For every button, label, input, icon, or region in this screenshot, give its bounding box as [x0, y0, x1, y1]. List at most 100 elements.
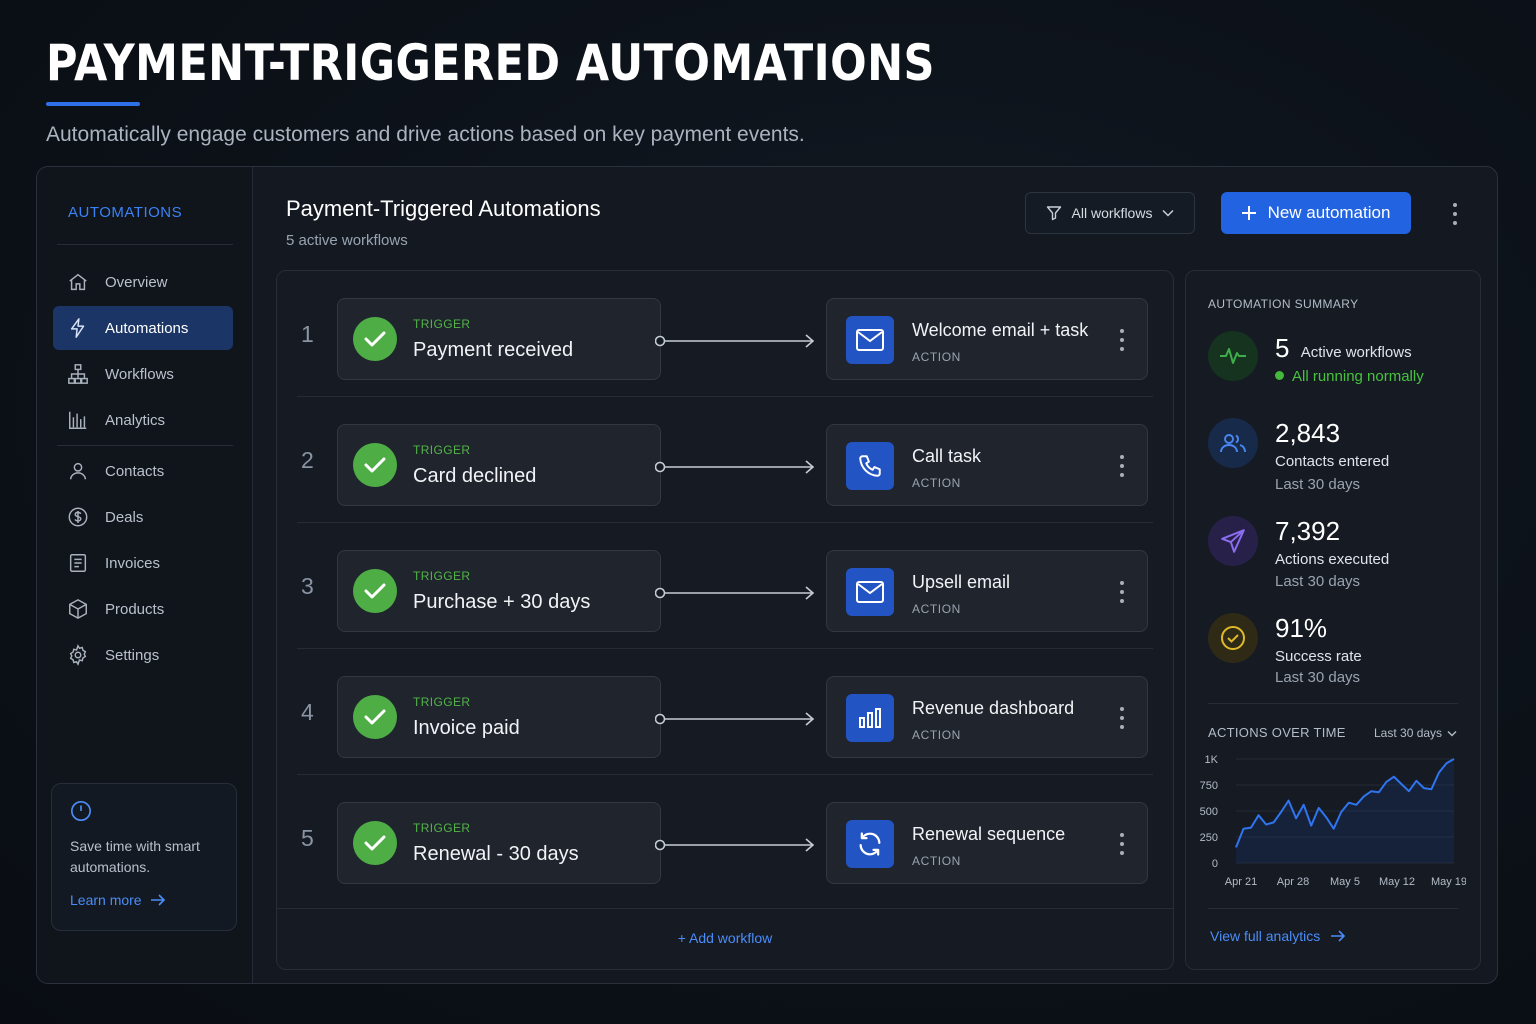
workflow-number: 5	[301, 825, 314, 851]
page-subtitle: 5 active workflows	[286, 232, 408, 249]
x-tick-label: Apr 21	[1225, 876, 1257, 888]
action-card[interactable]: Call task ACTION	[826, 424, 1148, 506]
workflow-number: 2	[301, 447, 314, 473]
sidebar-item-overview[interactable]: Overview	[53, 260, 233, 304]
action-menu-button[interactable]	[1119, 329, 1125, 351]
trigger-card[interactable]: TRIGGER Renewal - 30 days	[337, 802, 661, 884]
trigger-card[interactable]: TRIGGER Card declined	[337, 424, 661, 506]
sidebar-item-automations[interactable]: Automations	[53, 306, 233, 350]
chevron-down-icon	[1162, 209, 1174, 217]
trigger-label: TRIGGER	[413, 695, 471, 709]
sidebar-item-invoices[interactable]: Invoices	[53, 541, 233, 585]
learn-more-link[interactable]: Learn more	[70, 892, 166, 908]
chart-title: ACTIONS OVER TIME	[1208, 725, 1346, 740]
sidebar-item-products[interactable]: Products	[53, 587, 233, 631]
action-label: ACTION	[912, 602, 961, 616]
trigger-card[interactable]: TRIGGER Purchase + 30 days	[337, 550, 661, 632]
sidebar: AUTOMATIONS Overview Automations Workflo…	[37, 167, 253, 983]
action-label: ACTION	[912, 854, 961, 868]
action-menu-button[interactable]	[1119, 833, 1125, 855]
bar-chart-icon	[846, 694, 894, 742]
action-card[interactable]: Upsell email ACTION	[826, 550, 1148, 632]
contacts-label: Contacts entered	[1275, 453, 1390, 470]
trigger-card[interactable]: TRIGGER Payment received	[337, 298, 661, 380]
check-circle-icon	[353, 695, 397, 739]
action-label: ACTION	[912, 728, 961, 742]
action-name: Renewal sequence	[912, 824, 1066, 844]
action-name: Call task	[912, 446, 982, 466]
action-card[interactable]: Welcome email + task ACTION	[826, 298, 1148, 380]
sidebar-item-label: Deals	[105, 508, 144, 526]
y-tick-label: 1K	[1205, 754, 1219, 766]
sidebar-item-deals[interactable]: Deals	[53, 495, 233, 539]
activity-icon	[1208, 331, 1258, 381]
y-tick-label: 250	[1200, 832, 1218, 844]
summary-panel: AUTOMATION SUMMARY 5 Active workflows Al…	[1185, 270, 1481, 970]
x-tick-label: May 5	[1330, 876, 1360, 888]
actions-label: Actions executed	[1275, 551, 1390, 568]
sidebar-item-analytics[interactable]: Analytics	[53, 398, 233, 442]
app-window: AUTOMATIONS Overview Automations Workflo…	[36, 166, 1498, 984]
trigger-label: TRIGGER	[413, 569, 471, 583]
action-menu-button[interactable]	[1119, 707, 1125, 729]
learn-more-label: Learn more	[70, 892, 142, 908]
x-tick-label: May 12	[1379, 876, 1415, 888]
chart-range-dropdown[interactable]: Last 30 days	[1374, 726, 1457, 740]
workflow-row: 1 TRIGGER Payment received Welcome email…	[277, 271, 1173, 397]
workflow-number: 3	[301, 573, 314, 599]
sidebar-item-label: Settings	[105, 646, 160, 664]
check-circle-icon	[353, 443, 397, 487]
sidebar-item-workflows[interactable]: Workflows	[53, 352, 233, 396]
action-card[interactable]: Renewal sequence ACTION	[826, 802, 1148, 884]
trigger-name: Renewal - 30 days	[413, 843, 579, 865]
view-full-analytics-link[interactable]: View full analytics	[1210, 928, 1346, 944]
mail-icon	[846, 568, 894, 616]
x-tick-label: Apr 28	[1277, 876, 1309, 888]
gear-icon	[69, 644, 87, 666]
workflow-row: 4 TRIGGER Invoice paid Revenue dashboard…	[277, 649, 1173, 775]
summary-divider	[1208, 908, 1458, 909]
sidebar-item-contacts[interactable]: Contacts	[53, 449, 233, 493]
send-icon	[1208, 516, 1258, 566]
add-workflow-button[interactable]: + Add workflow	[277, 930, 1173, 946]
sidebar-item-settings[interactable]: Settings	[53, 633, 233, 677]
page-title: Payment-Triggered Automations	[286, 196, 601, 221]
filter-icon	[1046, 206, 1061, 221]
clock-icon	[71, 801, 91, 821]
action-name: Revenue dashboard	[912, 698, 1075, 718]
hero-title: PAYMENT-TRIGGERED AUTOMATIONS	[46, 34, 935, 92]
check-circle-icon	[353, 317, 397, 361]
workflow-row: 3 TRIGGER Purchase + 30 days Upsell emai…	[277, 523, 1173, 649]
status-dot	[1275, 371, 1284, 380]
view-link-label: View full analytics	[1210, 928, 1321, 944]
lightning-icon	[70, 318, 85, 338]
arrow-right-icon	[1331, 930, 1346, 942]
actions-value: 7,392	[1275, 516, 1341, 546]
trigger-label: TRIGGER	[413, 443, 471, 457]
chart-range-label: Last 30 days	[1374, 726, 1443, 740]
workflow-number: 1	[301, 321, 314, 347]
sidebar-item-label: Workflows	[105, 365, 174, 383]
success-period: Last 30 days	[1275, 669, 1361, 686]
arrow-right-icon	[150, 894, 165, 906]
trigger-label: TRIGGER	[413, 317, 471, 331]
refresh-icon	[846, 820, 894, 868]
connector-arrow-icon	[655, 838, 815, 852]
trigger-card[interactable]: TRIGGER Invoice paid	[337, 676, 661, 758]
connector-arrow-icon	[655, 712, 815, 726]
action-menu-button[interactable]	[1119, 455, 1125, 477]
filter-label: All workflows	[1071, 205, 1153, 221]
trigger-name: Purchase + 30 days	[413, 591, 591, 613]
workflows-panel: 1 TRIGGER Payment received Welcome email…	[276, 270, 1174, 970]
action-menu-button[interactable]	[1119, 581, 1125, 603]
trigger-name: Payment received	[413, 339, 574, 361]
new-automation-button[interactable]: New automation	[1221, 192, 1411, 234]
sidebar-item-label: Analytics	[105, 411, 166, 429]
action-card[interactable]: Revenue dashboard ACTION	[826, 676, 1148, 758]
more-options-button[interactable]	[1452, 203, 1458, 225]
workflow-filter-dropdown[interactable]: All workflows	[1025, 192, 1195, 234]
action-name: Upsell email	[912, 572, 1011, 592]
document-icon	[69, 554, 87, 572]
sidebar-divider	[57, 244, 233, 245]
hero-subtitle: Automatically engage customers and drive…	[46, 123, 805, 146]
